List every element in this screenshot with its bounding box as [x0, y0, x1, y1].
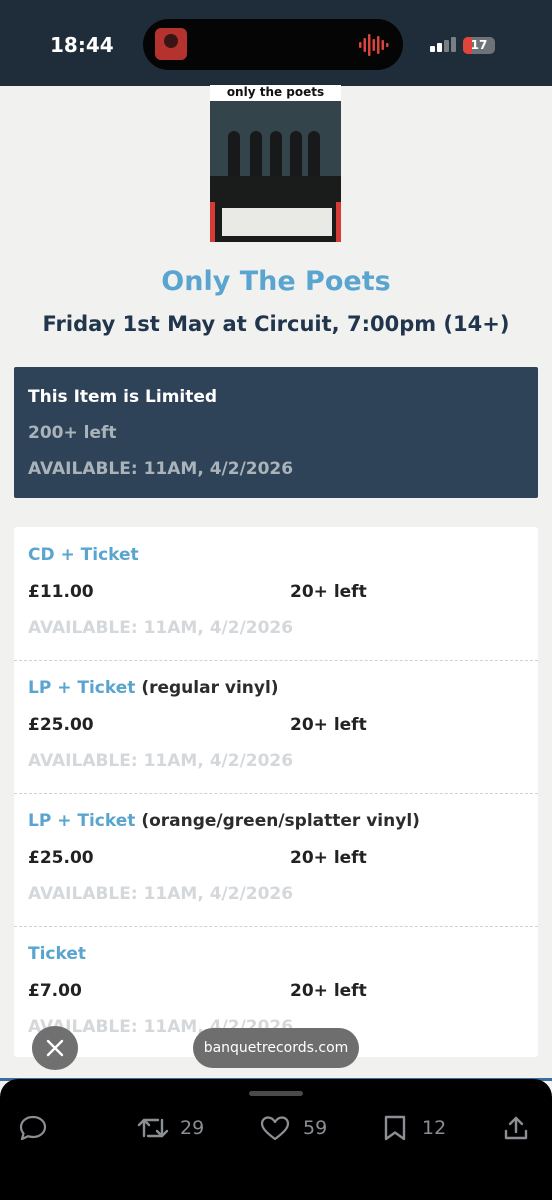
retweet-count: 29 — [180, 1117, 205, 1139]
item-name[interactable]: Ticket — [28, 944, 86, 964]
list-item[interactable]: LP + Ticket (orange/green/splatter vinyl… — [14, 793, 538, 927]
item-title: Ticket — [28, 944, 86, 964]
share-button[interactable] — [502, 1114, 530, 1142]
retweet-icon — [137, 1118, 169, 1138]
item-title: CD + Ticket — [28, 545, 139, 565]
dynamic-island[interactable] — [143, 19, 403, 70]
retweet-button[interactable]: 29 — [136, 1114, 216, 1142]
bookmark-count: 12 — [422, 1117, 447, 1139]
event-poster-image: only the poets — [210, 84, 341, 242]
tweet-action-bar: 29 59 12 — [0, 1079, 552, 1200]
item-stock: 20+ left — [290, 715, 367, 735]
list-item[interactable]: LP + Ticket (regular vinyl) £25.00 20+ l… — [14, 660, 538, 794]
item-title: LP + Ticket (regular vinyl) — [28, 678, 279, 698]
item-name[interactable]: LP + Ticket — [28, 678, 135, 698]
event-details: Friday 1st May at Circuit, 7:00pm (14+) — [42, 312, 510, 336]
product-list: CD + Ticket £11.00 20+ left AVAILABLE: 1… — [14, 527, 538, 1057]
limited-title: This Item is Limited — [28, 387, 218, 407]
limited-notice: This Item is Limited 200+ left AVAILABLE… — [14, 367, 538, 498]
limited-availability: AVAILABLE: 11AM, 4/2/2026 — [28, 459, 294, 479]
item-price: £7.00 — [28, 981, 82, 1001]
bookmark-icon — [384, 1115, 406, 1141]
item-availability: AVAILABLE: 11AM, 4/2/2026 — [28, 884, 294, 904]
item-title: LP + Ticket (orange/green/splatter vinyl… — [28, 811, 420, 831]
item-stock: 20+ left — [290, 848, 367, 868]
reply-icon — [19, 1115, 47, 1141]
like-button[interactable]: 59 — [259, 1114, 339, 1142]
close-icon — [46, 1039, 64, 1057]
item-variant: (orange/green/splatter vinyl) — [141, 811, 420, 831]
poster-title: only the poets — [210, 85, 341, 101]
item-name[interactable]: CD + Ticket — [28, 545, 139, 565]
signal-icon — [430, 37, 456, 52]
item-price: £25.00 — [28, 848, 94, 868]
audio-wave-icon — [359, 34, 389, 56]
item-variant: (regular vinyl) — [141, 678, 279, 698]
item-price: £25.00 — [28, 715, 94, 735]
drag-handle[interactable] — [249, 1091, 303, 1096]
item-stock: 20+ left — [290, 582, 367, 602]
close-button[interactable] — [32, 1026, 78, 1070]
item-availability: AVAILABLE: 11AM, 4/2/2026 — [28, 618, 294, 638]
status-bar: 18:44 17 — [0, 0, 552, 86]
item-price: £11.00 — [28, 582, 94, 602]
poster-info-panel — [222, 208, 332, 236]
heart-icon — [260, 1116, 290, 1141]
band-photo — [210, 101, 341, 181]
bookmark-button[interactable]: 12 — [382, 1114, 452, 1142]
artist-title: Only The Poets — [161, 266, 391, 297]
status-time: 18:44 — [50, 33, 114, 57]
like-count: 59 — [303, 1117, 328, 1139]
share-icon — [504, 1116, 528, 1140]
limited-remaining: 200+ left — [28, 423, 117, 443]
item-stock: 20+ left — [290, 981, 367, 1001]
list-item[interactable]: CD + Ticket £11.00 20+ left AVAILABLE: 1… — [14, 527, 538, 661]
now-playing-artwork — [155, 28, 187, 60]
battery-level: 17 — [470, 38, 488, 52]
battery-icon: 17 — [463, 37, 495, 54]
url-pill[interactable]: banquetrecords.com — [193, 1028, 359, 1068]
item-name[interactable]: LP + Ticket — [28, 811, 135, 831]
reply-button[interactable] — [18, 1114, 48, 1142]
item-availability: AVAILABLE: 11AM, 4/2/2026 — [28, 751, 294, 771]
